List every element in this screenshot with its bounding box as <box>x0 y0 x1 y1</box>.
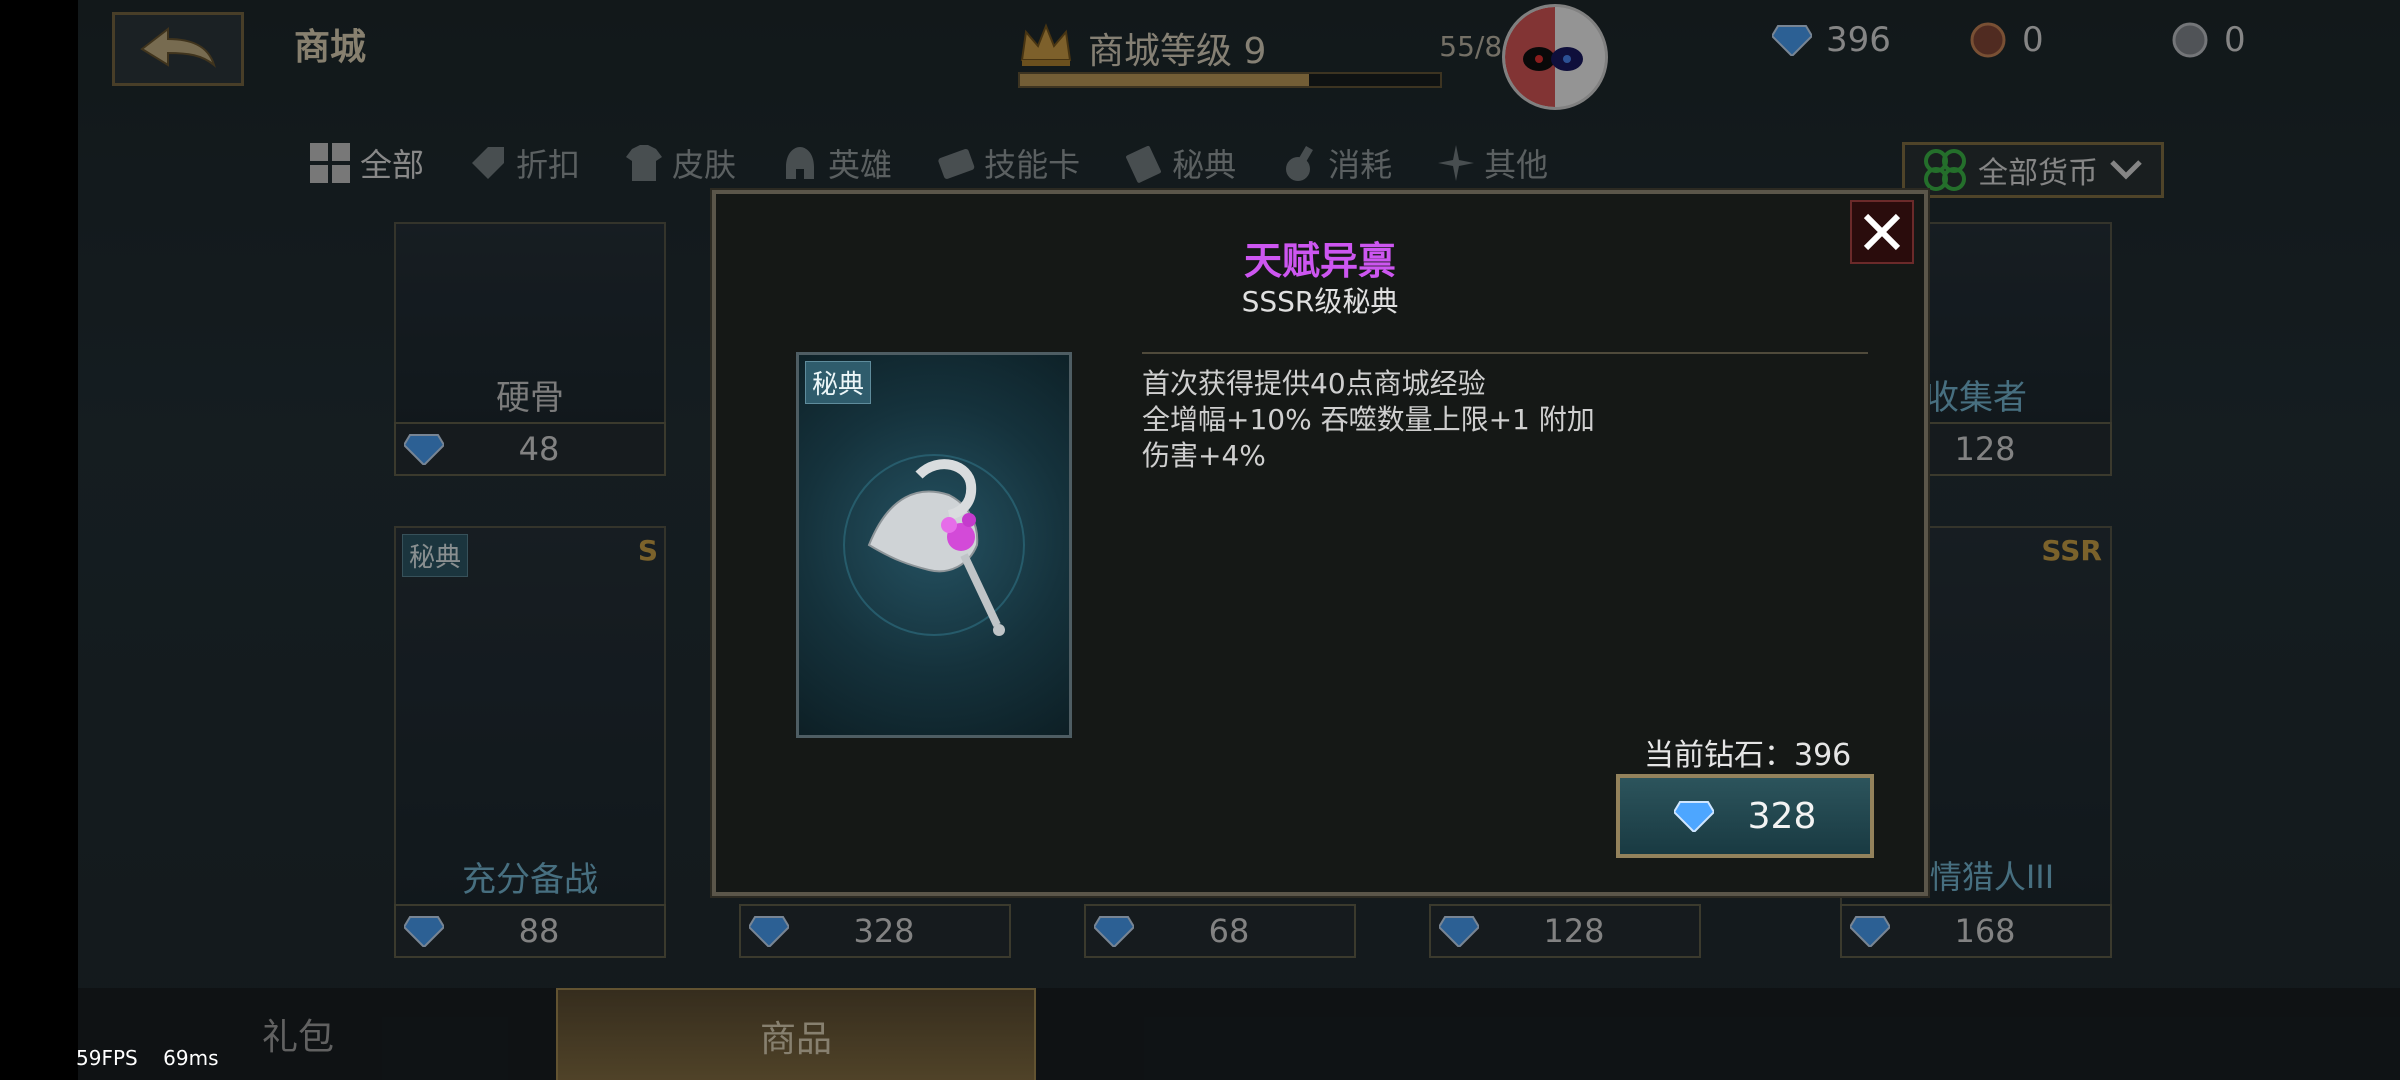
item-detail-modal: 天赋异禀 SSSR级秘典 秘典 首次获得提供40点商城经验 全增幅+10% 吞噬… <box>712 190 1928 896</box>
item-subtitle: SSSR级秘典 <box>1241 285 1399 318</box>
item-description-line: 伤害+4% <box>1142 439 1266 472</box>
current-diamonds: 当前钻石：396 <box>1644 738 1852 773</box>
fps-counter: 59FPS 69ms <box>76 1046 219 1070</box>
item-description: 首次获得提供40点商城经验 全增幅+10% 吞噬数量上限+1 附加 伤害+4% <box>1142 366 1662 474</box>
purchase-button[interactable]: 328 <box>1616 774 1874 858</box>
divider <box>1142 352 1868 354</box>
item-type-badge: 秘典 <box>805 361 872 404</box>
tome-scepter-icon <box>843 454 1025 636</box>
item-description-line: 全增幅+10% 吞噬数量上限+1 附加 <box>1142 403 1595 436</box>
purchase-price: 328 <box>1747 795 1817 837</box>
diamond-icon <box>1673 801 1714 832</box>
item-title: 天赋异禀 <box>1243 239 1396 283</box>
shop-screen: 商城 商城等级 9 55/80 396 0 0 全部 折扣 皮肤 英雄 技能卡 … <box>78 0 2400 1080</box>
item-description-line: 首次获得提供40点商城经验 <box>1142 367 1486 400</box>
item-artwork: 秘典 <box>796 352 1072 738</box>
frame-time: 69ms <box>163 1046 219 1070</box>
fps-value: 59FPS <box>76 1046 138 1070</box>
